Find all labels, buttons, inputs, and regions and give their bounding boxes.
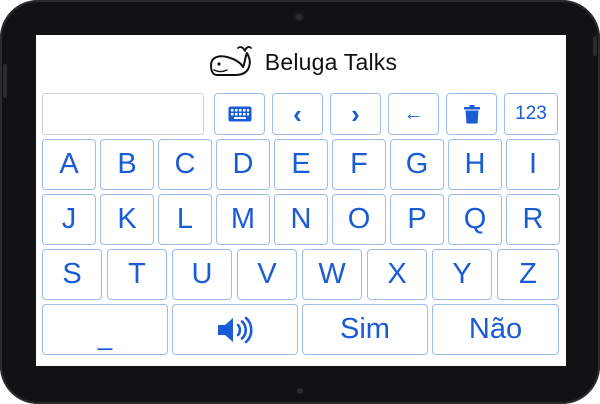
key-b[interactable]: B (100, 139, 154, 190)
key-r[interactable]: R (506, 194, 560, 245)
delete-button[interactable] (446, 93, 497, 135)
key-h[interactable]: H (448, 139, 502, 190)
key-q[interactable]: Q (448, 194, 502, 245)
key-f[interactable]: F (332, 139, 386, 190)
key-g[interactable]: G (390, 139, 444, 190)
space-button[interactable]: _ (42, 304, 168, 355)
key-p[interactable]: P (390, 194, 444, 245)
key-s[interactable]: S (42, 249, 102, 300)
previous-button[interactable]: ‹ (272, 93, 323, 135)
key-n[interactable]: N (274, 194, 328, 245)
numbers-button[interactable]: 123 (504, 93, 558, 135)
key-k[interactable]: K (100, 194, 154, 245)
key-d[interactable]: D (216, 139, 270, 190)
key-v[interactable]: V (237, 249, 297, 300)
side-button-left (3, 64, 7, 98)
key-l[interactable]: L (158, 194, 212, 245)
trash-icon (463, 104, 480, 123)
key-e[interactable]: E (274, 139, 328, 190)
key-t[interactable]: T (107, 249, 167, 300)
key-x[interactable]: X (367, 249, 427, 300)
app-header: Beluga Talks (36, 35, 566, 89)
key-y[interactable]: Y (432, 249, 492, 300)
key-m[interactable]: M (216, 194, 270, 245)
bottom-sensor (297, 388, 303, 394)
key-c[interactable]: C (158, 139, 212, 190)
tablet-frame: Beluga Talks ‹ › ← 123 A B C D E F G H I… (0, 0, 600, 404)
key-w[interactable]: W (302, 249, 362, 300)
backspace-button[interactable]: ← (388, 93, 439, 135)
side-button-right (593, 36, 597, 56)
key-j[interactable]: J (42, 194, 96, 245)
key-o[interactable]: O (332, 194, 386, 245)
keyboard-toggle-button[interactable] (214, 93, 265, 135)
message-input[interactable] (42, 93, 204, 135)
key-a[interactable]: A (42, 139, 96, 190)
beluga-logo-icon (209, 46, 252, 76)
next-button[interactable]: › (330, 93, 381, 135)
app-title: Beluga Talks (264, 48, 398, 75)
speaker-icon (218, 316, 253, 343)
key-u[interactable]: U (172, 249, 232, 300)
camera-lens (294, 12, 304, 22)
speak-button[interactable] (172, 304, 298, 355)
keyboard-icon (228, 106, 251, 122)
key-z[interactable]: Z (497, 249, 559, 300)
yes-button[interactable]: Sim (302, 304, 428, 355)
key-i[interactable]: I (506, 139, 560, 190)
app-screen: Beluga Talks ‹ › ← 123 A B C D E F G H I… (36, 35, 566, 366)
no-button[interactable]: Não (432, 304, 559, 355)
